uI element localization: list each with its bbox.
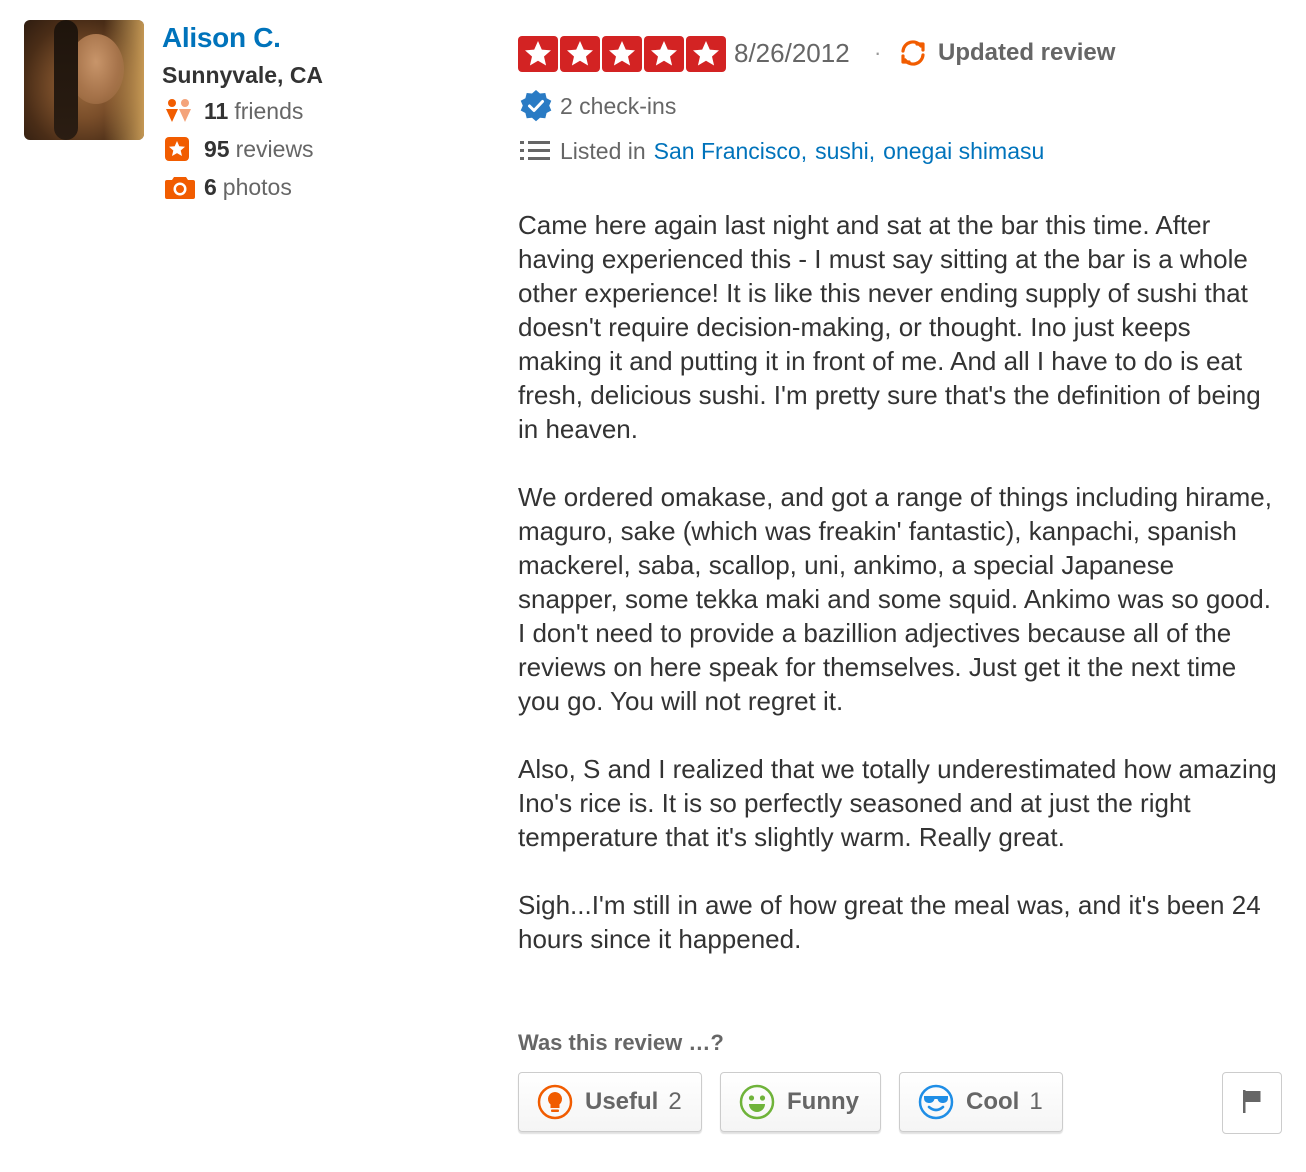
user-friends-stat: 11 friends bbox=[164, 96, 303, 126]
flag-icon bbox=[1241, 1088, 1263, 1119]
list-link-onegai-shimasu[interactable]: onegai shimasu bbox=[883, 138, 1044, 165]
smiley-icon bbox=[739, 1084, 775, 1120]
friends-icon bbox=[164, 97, 196, 125]
cool-count: 1 bbox=[1029, 1088, 1043, 1115]
star-badge-icon bbox=[164, 135, 196, 163]
star-icon bbox=[644, 36, 684, 72]
list-comma: , bbox=[868, 138, 876, 164]
useful-label: Useful bbox=[585, 1088, 659, 1115]
user-photos-stat: 6 photos bbox=[164, 172, 292, 202]
avatar-hair bbox=[54, 20, 78, 140]
review-paragraph: Came here again last night and sat at th… bbox=[518, 210, 1261, 444]
refresh-icon bbox=[896, 38, 930, 68]
camera-icon bbox=[164, 173, 196, 201]
user-name-link[interactable]: Alison C. bbox=[162, 22, 281, 54]
updated-review-link[interactable]: Updated review bbox=[896, 38, 1115, 68]
funny-button[interactable]: Funny bbox=[720, 1072, 881, 1132]
checkins-label: 2 check-ins bbox=[560, 92, 677, 119]
star-icon bbox=[686, 36, 726, 72]
photos-label: photos bbox=[222, 173, 292, 200]
star-icon bbox=[602, 36, 642, 72]
star-icon bbox=[518, 36, 558, 72]
user-reviews-stat: 95 reviews bbox=[164, 134, 314, 164]
listed-prefix: Listed in bbox=[560, 138, 646, 164]
photos-count: 6 bbox=[204, 173, 217, 200]
sunglasses-smiley-icon bbox=[918, 1084, 954, 1120]
cool-label: Cool bbox=[966, 1088, 1020, 1115]
listed-in: Listed in San Francisco, sushi, onegai s… bbox=[520, 138, 1044, 165]
verified-badge-icon bbox=[518, 88, 554, 124]
friends-label: friends bbox=[234, 97, 304, 124]
reviews-count: 95 bbox=[204, 135, 230, 162]
lightbulb-icon bbox=[537, 1084, 573, 1120]
cool-button[interactable]: Cool 1 bbox=[899, 1072, 1063, 1132]
review-paragraph: Also, S and I realized that we totally u… bbox=[518, 754, 1277, 852]
reviews-label: reviews bbox=[235, 135, 314, 162]
star-icon bbox=[560, 36, 600, 72]
user-avatar[interactable] bbox=[24, 20, 144, 140]
review-text: Came here again last night and sat at th… bbox=[518, 208, 1278, 990]
list-comma: , bbox=[800, 138, 808, 164]
star-rating bbox=[518, 36, 726, 72]
meta-separator: · bbox=[874, 40, 882, 65]
review-paragraph: Sigh...I'm still in awe of how great the… bbox=[518, 890, 1261, 954]
useful-count: 2 bbox=[668, 1088, 682, 1115]
list-icon bbox=[520, 140, 552, 164]
friends-count: 11 bbox=[204, 97, 229, 124]
review-date: 8/26/2012 bbox=[734, 38, 850, 68]
list-link-sushi[interactable]: sushi bbox=[815, 138, 869, 165]
checkins-info: 2 check-ins bbox=[518, 88, 676, 124]
funny-label: Funny bbox=[787, 1088, 859, 1115]
feedback-question: Was this review …? bbox=[518, 1030, 724, 1055]
useful-button[interactable]: Useful 2 bbox=[518, 1072, 702, 1132]
flag-review-button[interactable] bbox=[1222, 1072, 1282, 1134]
list-link-san-francisco[interactable]: San Francisco bbox=[654, 138, 801, 165]
review-paragraph: We ordered omakase, and got a range of t… bbox=[518, 482, 1272, 716]
user-location: Sunnyvale, CA bbox=[162, 62, 324, 88]
updated-review-label: Updated review bbox=[938, 39, 1116, 66]
